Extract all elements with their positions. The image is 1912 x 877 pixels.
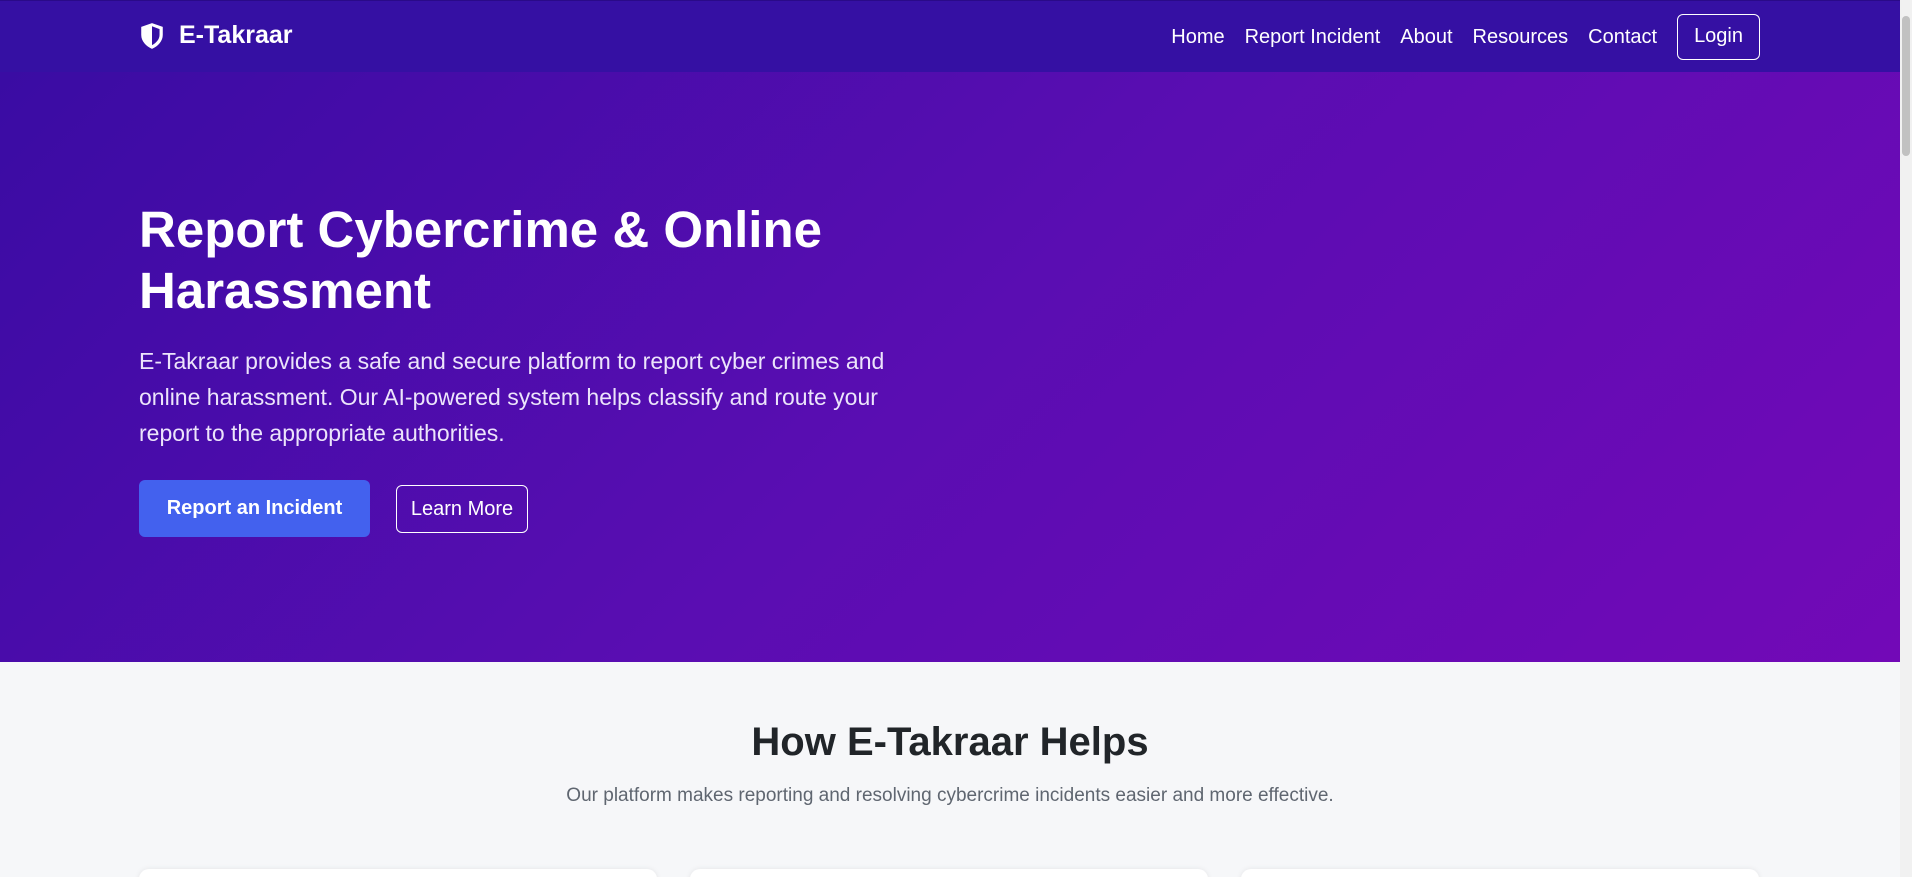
nav-link-report-incident[interactable]: Report Incident: [1245, 26, 1381, 49]
page-scrollbar[interactable]: [1900, 0, 1912, 877]
features-title: How E-Takraar Helps: [751, 720, 1149, 764]
feature-card: [139, 869, 657, 877]
learn-more-button[interactable]: Learn More: [396, 485, 528, 533]
hero-title: Report Cybercrime & Online Harassment: [139, 201, 822, 319]
hero-description: E-Takraar provides a safe and secure pla…: [139, 348, 885, 446]
feature-card: [1241, 869, 1759, 877]
feature-card: [690, 869, 1208, 877]
nav-links: Home Report Incident About Resources Con…: [1171, 13, 1760, 61]
scrollbar-thumb[interactable]: [1902, 16, 1910, 156]
brand-name: E-Takraar: [179, 21, 293, 49]
shield-icon: [141, 22, 163, 49]
features-subtitle: Our platform makes reporting and resolvi…: [566, 785, 1334, 806]
brand-link[interactable]: E-Takraar: [139, 21, 293, 50]
nav-link-resources[interactable]: Resources: [1473, 26, 1569, 49]
hero-section: Report Cybercrime & Online Harassment E-…: [0, 72, 1900, 662]
login-button[interactable]: Login: [1677, 14, 1760, 60]
report-incident-button[interactable]: Report an Incident: [139, 480, 370, 537]
navbar: E-Takraar Home Report Incident About Res…: [0, 0, 1900, 72]
page: E-Takraar Home Report Incident About Res…: [0, 0, 1900, 877]
nav-link-home[interactable]: Home: [1171, 26, 1224, 49]
nav-link-about[interactable]: About: [1400, 26, 1452, 49]
nav-link-contact[interactable]: Contact: [1588, 26, 1657, 49]
